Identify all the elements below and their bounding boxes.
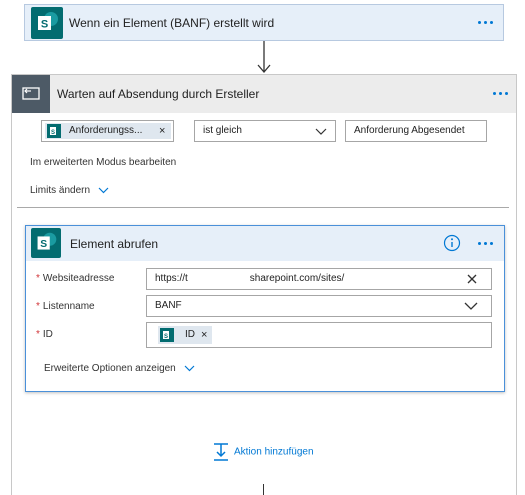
sharepoint-icon: S — [160, 328, 174, 342]
chevron-down-icon — [315, 128, 327, 135]
id-token-remove-button[interactable]: × — [201, 326, 207, 344]
required-marker: * — [36, 329, 40, 340]
chevron-down-icon — [184, 365, 194, 372]
site-label: * Websiteadresse — [36, 273, 114, 284]
svg-text:S: S — [41, 19, 48, 31]
required-marker: * — [36, 273, 40, 284]
more-icon[interactable] — [478, 242, 493, 245]
get-item-title: Element abrufen — [70, 237, 159, 251]
list-name-value: BANF — [155, 300, 182, 311]
site-label-text: Websiteadresse — [42, 273, 115, 284]
operator-select[interactable]: ist gleich — [194, 120, 336, 142]
id-token-chip: S ID × — [158, 326, 212, 344]
id-field[interactable]: S ID × — [146, 322, 492, 348]
wait-header[interactable]: Warten auf Absendung durch Ersteller — [12, 75, 516, 113]
trigger-card[interactable]: S Wenn ein Element (BANF) erstellt wird — [24, 4, 504, 41]
get-item-header[interactable]: S Element abrufen — [26, 226, 504, 261]
info-icon[interactable] — [443, 234, 461, 257]
svg-text:S: S — [51, 130, 55, 136]
chevron-down-icon — [98, 187, 109, 194]
add-action-button[interactable]: Aktion hinzufügen — [212, 442, 314, 462]
site-value-prefix: https://t — [155, 273, 188, 284]
trigger-title: Wenn ein Element (BANF) erstellt wird — [69, 16, 275, 30]
advanced-options-label: Erweiterte Optionen anzeigen — [44, 363, 176, 374]
add-action-icon — [214, 443, 228, 461]
svg-text:S: S — [40, 239, 47, 250]
token-label: Anforderungss... — [69, 125, 143, 136]
sharepoint-icon: S — [47, 124, 61, 138]
connector-line — [263, 484, 264, 495]
get-item-card: S Element abrufen * Websiteadresse https:… — [25, 225, 505, 392]
divider — [17, 207, 509, 208]
wait-card: Warten auf Absendung durch Ersteller S A… — [11, 74, 517, 495]
wait-title: Warten auf Absendung durch Ersteller — [57, 87, 260, 101]
token-remove-button[interactable]: × — [159, 123, 165, 139]
required-marker: * — [36, 301, 40, 312]
limits-label: Limits ändern — [30, 185, 91, 196]
more-icon[interactable] — [478, 21, 493, 24]
site-address-field[interactable]: https://t sharepoint.com/sites/ — [146, 268, 492, 290]
advanced-mode-link[interactable]: Im erweiterten Modus bearbeiten — [30, 157, 176, 168]
wait-icon — [12, 75, 50, 113]
condition-right-value: Anforderung Abgesendet — [354, 125, 465, 136]
svg-text:S: S — [164, 334, 168, 340]
chevron-down-icon — [464, 302, 478, 310]
condition-left-field[interactable]: S Anforderungss... × — [41, 120, 174, 142]
sharepoint-icon: S — [31, 228, 61, 258]
id-token-label: ID — [185, 329, 195, 340]
token-chip: S Anforderungss... × — [45, 123, 171, 139]
clear-icon[interactable] — [467, 274, 477, 284]
add-action-label: Aktion hinzufügen — [234, 446, 314, 458]
list-label: * Listenname — [36, 301, 95, 312]
list-name-select[interactable]: BANF — [146, 295, 492, 317]
operator-value: ist gleich — [203, 125, 242, 136]
sharepoint-icon: S — [31, 7, 63, 39]
condition-right-field[interactable]: Anforderung Abgesendet — [345, 120, 487, 142]
limits-link[interactable]: Limits ändern — [30, 185, 109, 196]
id-label-text: ID — [42, 329, 53, 340]
list-label-text: Listenname — [42, 301, 95, 312]
more-icon[interactable] — [493, 92, 508, 95]
id-label: * ID — [36, 329, 53, 340]
advanced-options-link[interactable]: Erweiterte Optionen anzeigen — [44, 363, 195, 374]
site-value-middle: sharepoint.com/sites/ — [249, 273, 345, 284]
